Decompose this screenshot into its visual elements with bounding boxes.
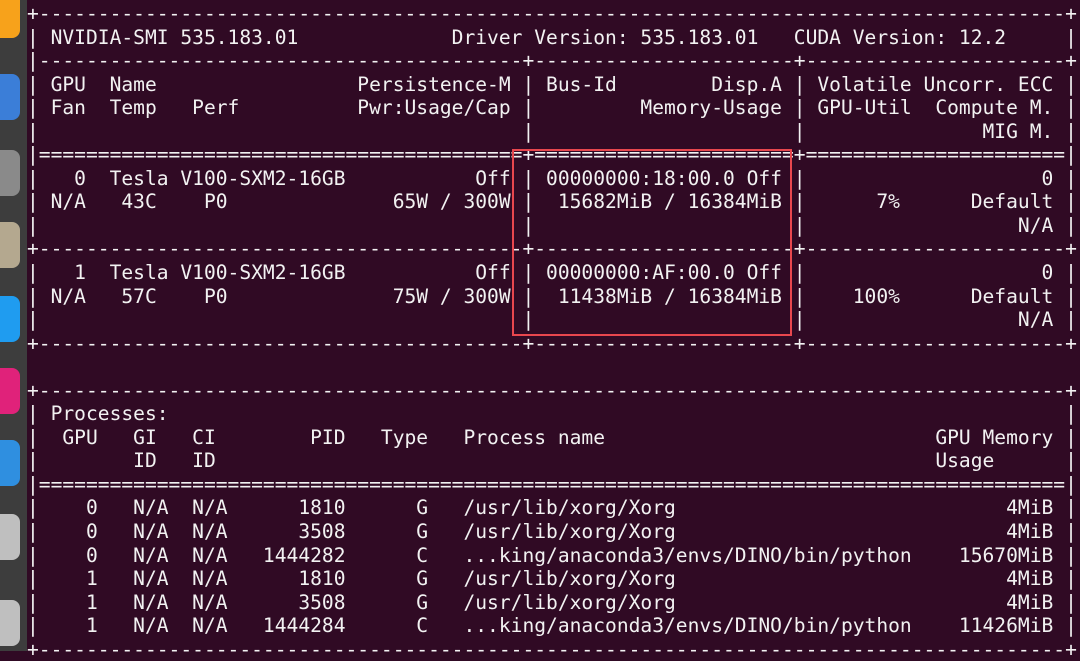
terminal-line: |=======================================… bbox=[27, 143, 1077, 167]
terminal-line: | 1 N/A N/A 1444284 C ...king/anaconda3/… bbox=[27, 614, 1077, 638]
files-icon[interactable] bbox=[0, 150, 20, 196]
terminal-line: | 1 Tesla V100-SXM2-16GB Off | 00000000:… bbox=[27, 261, 1077, 285]
terminal-line: | | | MIG M. | bbox=[27, 119, 1077, 143]
firefox-icon[interactable] bbox=[0, 0, 20, 38]
terminal-line: | N/A 57C P0 75W / 300W | 11438MiB / 163… bbox=[27, 284, 1077, 308]
terminal-line: | 0 N/A N/A 3508 G /usr/lib/xorg/Xorg 4M… bbox=[27, 520, 1077, 544]
terminal-line: | 0 N/A N/A 1444282 C ...king/anaconda3/… bbox=[27, 543, 1077, 567]
terminal-line: +---------------------------------------… bbox=[27, 237, 1077, 261]
terminal-line: |=======================================… bbox=[27, 472, 1077, 496]
terminal-line: | NVIDIA-SMI 535.183.01 Driver Version: … bbox=[27, 25, 1077, 49]
terminal-line: +---------------------------------------… bbox=[27, 2, 1077, 25]
app-icon-pink[interactable] bbox=[0, 368, 20, 414]
terminal-line: | N/A 43C P0 65W / 300W | 15682MiB / 163… bbox=[27, 190, 1077, 214]
terminal-line: |---------------------------------------… bbox=[27, 49, 1077, 73]
dock bbox=[0, 0, 27, 651]
terminal-line: | 0 N/A N/A 1810 G /usr/lib/xorg/Xorg 4M… bbox=[27, 496, 1077, 520]
terminal-line: | 0 Tesla V100-SXM2-16GB Off | 00000000:… bbox=[27, 166, 1077, 190]
terminal-line: | ID ID Usage | bbox=[27, 449, 1077, 473]
terminal-line: | Processes: | bbox=[27, 402, 1077, 426]
terminal-line: +---------------------------------------… bbox=[27, 637, 1077, 661]
app-icon-grey-2[interactable] bbox=[0, 600, 20, 646]
terminal-line: | Fan Temp Perf Pwr:Usage/Cap | Memory-U… bbox=[27, 96, 1077, 120]
app-icon-grey[interactable] bbox=[0, 514, 20, 560]
terminal-line: +---------------------------------------… bbox=[27, 378, 1077, 402]
terminal-window[interactable]: +---------------------------------------… bbox=[27, 0, 1080, 661]
terminal-line: | | | N/A | bbox=[27, 308, 1077, 332]
vscode-icon[interactable] bbox=[0, 296, 20, 342]
terminal-line: +---------------------------------------… bbox=[27, 331, 1077, 355]
app-icon-blue[interactable] bbox=[0, 440, 20, 486]
terminal-line: | 1 N/A N/A 3508 G /usr/lib/xorg/Xorg 4M… bbox=[27, 590, 1077, 614]
terminal-line: | GPU GI CI PID Type Process name GPU Me… bbox=[27, 425, 1077, 449]
thunderbird-icon[interactable] bbox=[0, 74, 20, 120]
terminal-line: | 1 N/A N/A 1810 G /usr/lib/xorg/Xorg 4M… bbox=[27, 567, 1077, 591]
terminal-line: | | | N/A | bbox=[27, 213, 1077, 237]
terminal-line: | GPU Name Persistence-M | Bus-Id Disp.A… bbox=[27, 72, 1077, 96]
nvidia-smi-output: +---------------------------------------… bbox=[27, 2, 1077, 661]
archive-icon[interactable] bbox=[0, 222, 20, 268]
